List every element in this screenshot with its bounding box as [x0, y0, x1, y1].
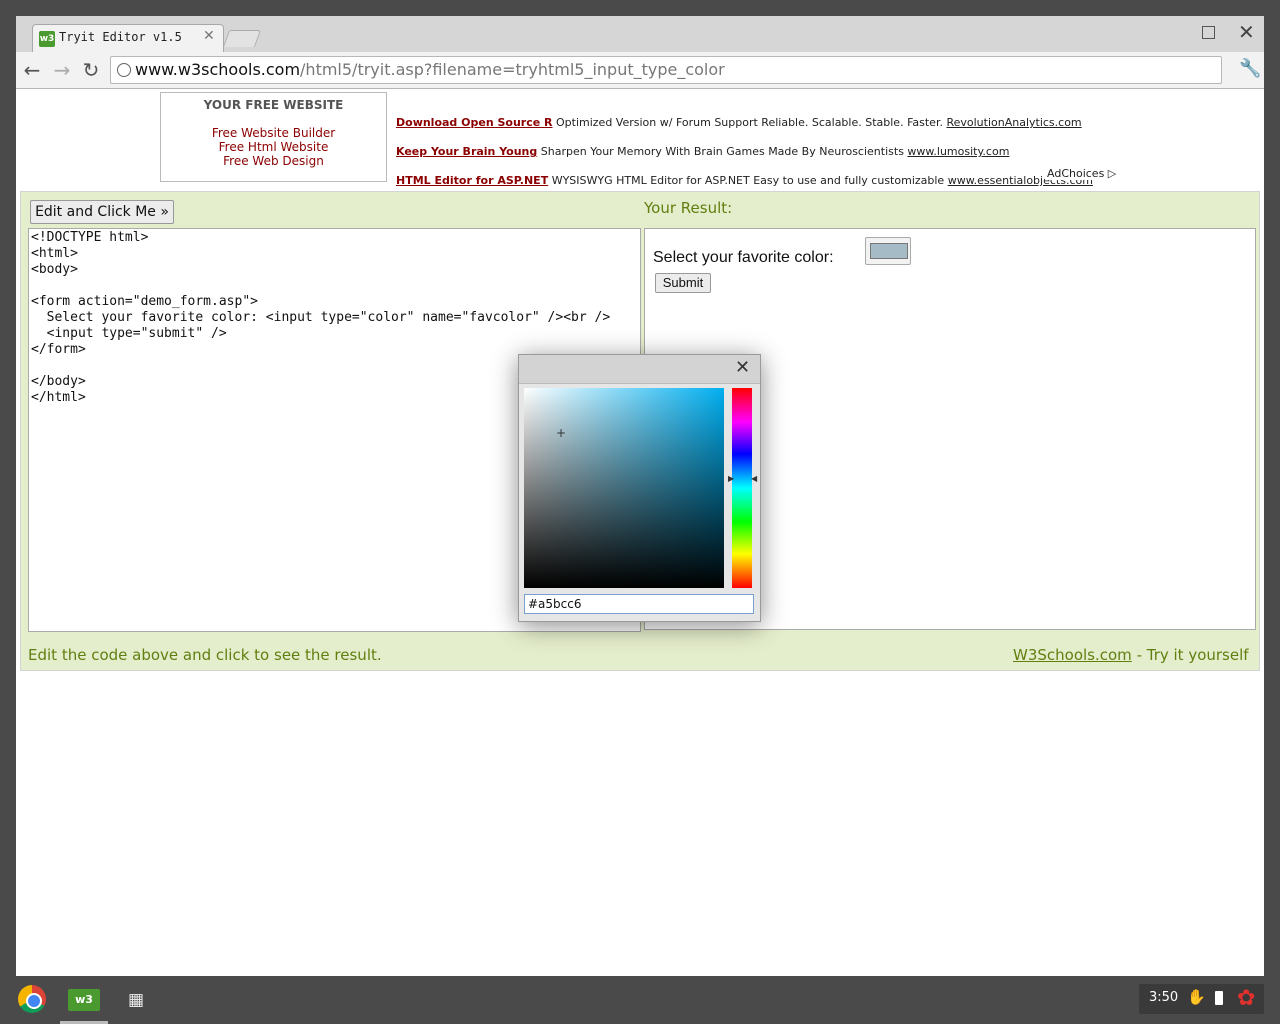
ad-text: WYSISWYG HTML Editor for ASP.NET Easy to…: [551, 174, 945, 187]
battery-icon: [1215, 991, 1223, 1005]
ad-url-link[interactable]: RevolutionAnalytics.com: [946, 116, 1081, 129]
w3schools-app-icon[interactable]: w3: [68, 989, 100, 1011]
maximize-icon[interactable]: [1202, 26, 1215, 39]
back-icon[interactable]: ←: [20, 58, 44, 82]
ad-url-link[interactable]: www.lumosity.com: [907, 145, 1009, 158]
hue-marker-right-icon[interactable]: ◀: [751, 474, 757, 483]
url-text: www.w3schools.com/html5/tryit.asp?filena…: [135, 60, 725, 79]
ad-title-link[interactable]: HTML Editor for ASP.NET: [396, 174, 548, 187]
title-bar: w3 Tryit Editor v1.5 ✕ ✕: [16, 16, 1264, 53]
ad-title-link[interactable]: Keep Your Brain Young: [396, 145, 537, 158]
crosshair-icon[interactable]: +: [556, 427, 566, 439]
free-link[interactable]: Free Html Website: [161, 140, 386, 154]
ad-line: HTML Editor for ASP.NET WYSISWYG HTML Ed…: [396, 174, 1093, 187]
free-website-box: YOUR FREE WEBSITE Free Website Builder F…: [160, 92, 387, 182]
adchoices-link[interactable]: AdChoices ▷: [1045, 167, 1117, 180]
favorite-color-label: Select your favorite color:: [653, 249, 834, 266]
hand-icon: ✋: [1187, 988, 1206, 1006]
browser-tab[interactable]: w3 Tryit Editor v1.5 ✕: [32, 24, 224, 53]
browser-toolbar: ← → ↻ www.w3schools.com/html5/tryit.asp?…: [16, 52, 1264, 89]
footer-suffix: - Try it yourself: [1131, 646, 1249, 664]
free-box-title: YOUR FREE WEBSITE: [203, 98, 344, 112]
ad-line: Download Open Source R Optimized Version…: [396, 116, 1082, 129]
tab-title: Tryit Editor v1.5: [59, 30, 182, 44]
forward-icon[interactable]: →: [50, 58, 74, 82]
saturation-value-area[interactable]: +: [524, 388, 724, 588]
edit-and-click-button[interactable]: Edit and Click Me »: [30, 200, 174, 224]
footer-credit: W3Schools.com - Try it yourself: [1013, 646, 1249, 664]
window-close-icon[interactable]: ✕: [1238, 20, 1255, 44]
system-shelf: w3 ▦ 3:50 ✋ ✿: [0, 976, 1280, 1024]
submit-button[interactable]: Submit: [655, 273, 711, 293]
address-bar[interactable]: www.w3schools.com/html5/tryit.asp?filena…: [110, 56, 1222, 84]
ad-line: Keep Your Brain Young Sharpen Your Memor…: [396, 145, 1009, 158]
new-tab-button[interactable]: [222, 30, 262, 47]
hex-color-input[interactable]: #a5bcc6: [524, 594, 754, 614]
apps-grid-icon[interactable]: ▦: [128, 990, 144, 1010]
footer-hint: Edit the code above and click to see the…: [28, 646, 382, 664]
ad-text: Optimized Version w/ Forum Support Relia…: [556, 116, 943, 129]
w3schools-link[interactable]: W3Schools.com: [1013, 646, 1132, 664]
wrench-icon[interactable]: 🔧: [1239, 58, 1261, 79]
result-label: Your Result:: [644, 199, 733, 217]
w3schools-favicon-icon: w3: [39, 31, 55, 47]
tab-close-icon[interactable]: ✕: [203, 28, 215, 44]
free-link[interactable]: Free Website Builder: [161, 126, 386, 140]
ad-title-link[interactable]: Download Open Source R: [396, 116, 553, 129]
status-tray[interactable]: 3:50 ✋ ✿: [1139, 984, 1264, 1014]
color-swatch: [870, 243, 908, 259]
free-link[interactable]: Free Web Design: [161, 154, 386, 168]
ad-text: Sharpen Your Memory With Brain Games Mad…: [540, 145, 904, 158]
clock: 3:50: [1149, 990, 1179, 1005]
reload-icon[interactable]: ↻: [79, 58, 103, 82]
url-host: www.w3schools.com: [135, 60, 301, 79]
hue-marker-left-icon[interactable]: ▶: [728, 474, 734, 483]
color-input[interactable]: [865, 237, 911, 265]
chrome-icon[interactable]: [18, 985, 46, 1013]
hue-slider[interactable]: [732, 388, 752, 588]
chrome-icon-center: [26, 993, 42, 1009]
url-path: /html5/tryit.asp?filename=tryhtml5_input…: [300, 60, 725, 79]
user-avatar-icon[interactable]: ✿: [1237, 986, 1255, 1011]
close-icon[interactable]: ✕: [735, 357, 750, 378]
picker-titlebar[interactable]: ✕: [519, 355, 760, 384]
color-picker-dialog: ✕ + ▶ ◀ #a5bcc6: [518, 354, 761, 622]
page-info-icon[interactable]: [117, 63, 131, 77]
